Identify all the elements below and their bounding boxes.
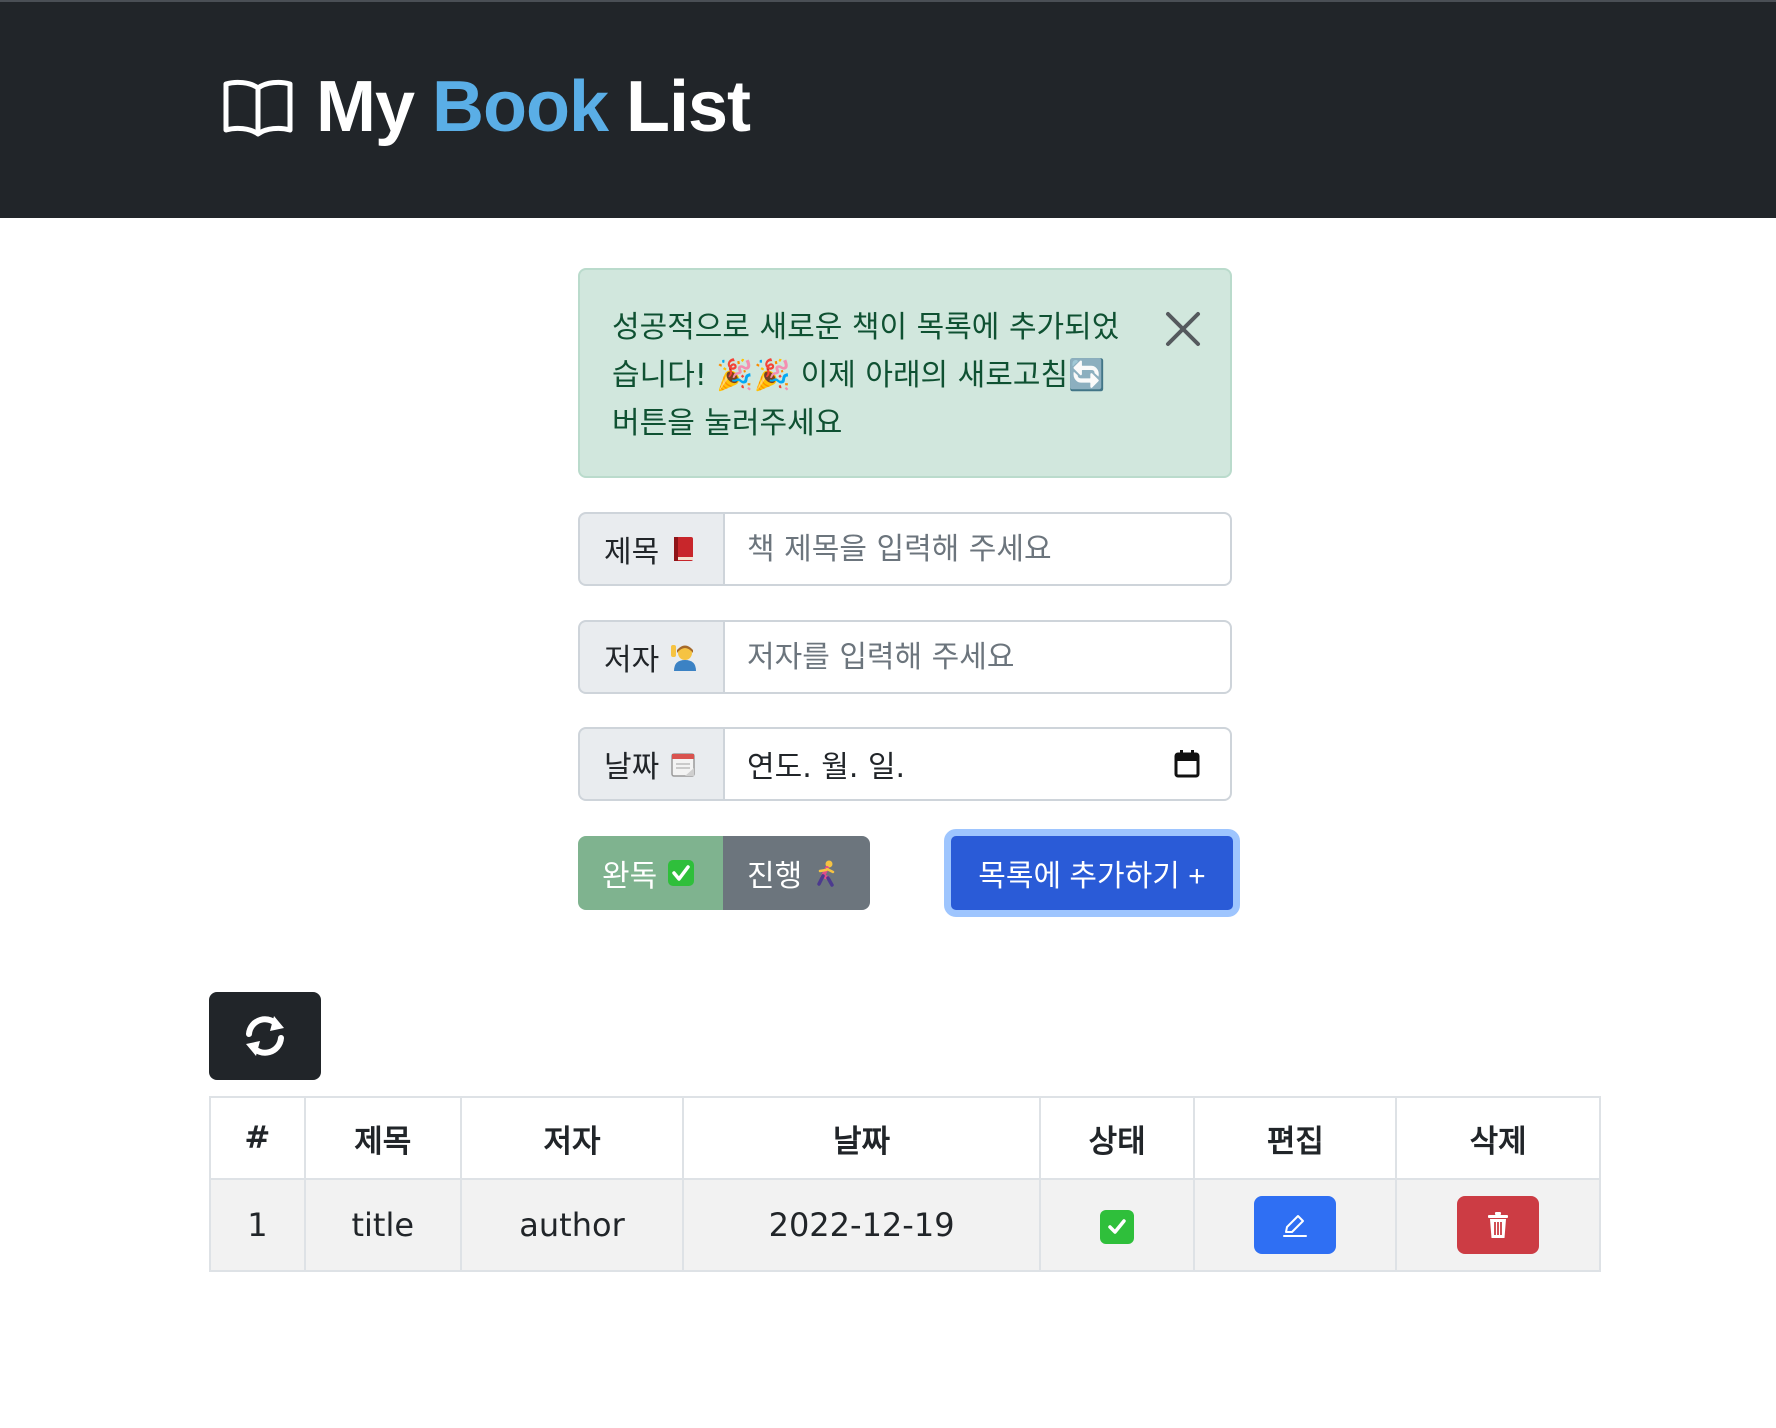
author-label-text: 저자 xyxy=(604,643,660,678)
check-icon xyxy=(1100,1210,1135,1244)
navbar: My Book List xyxy=(0,0,1776,218)
cell-number: 1 xyxy=(209,1178,306,1272)
pencil-icon xyxy=(1283,1215,1308,1237)
title-input[interactable] xyxy=(723,512,1232,586)
brand-suffix: List xyxy=(626,67,751,147)
status-done-button[interactable]: 완독 xyxy=(578,836,723,910)
header-title: 제목 xyxy=(303,1096,462,1180)
red-book-icon xyxy=(674,537,694,561)
date-input[interactable]: 연도. 월. 일. xyxy=(723,727,1232,801)
check-mark-icon xyxy=(668,860,695,886)
table-row: 1 title author 2022-12-19 xyxy=(209,1178,1601,1272)
table-header-row: # 제목 저자 날짜 상태 편집 삭제 xyxy=(209,1096,1601,1180)
header-date: 날짜 xyxy=(682,1096,1041,1180)
title-label: 제목 xyxy=(578,512,723,586)
header-edit: 편집 xyxy=(1193,1096,1398,1180)
cell-status xyxy=(1038,1178,1196,1272)
brand-prefix: My xyxy=(316,67,415,147)
person-raising-hand-icon xyxy=(671,645,697,671)
date-placeholder: 연도. 월. 일. xyxy=(747,750,906,785)
cell-author: author xyxy=(459,1178,685,1272)
close-icon[interactable] xyxy=(1160,306,1206,352)
status-progress-button[interactable]: 진행 xyxy=(723,836,870,910)
cell-date: 2022-12-19 xyxy=(682,1178,1041,1272)
author-label: 저자 xyxy=(578,620,723,694)
author-input-group: 저자 xyxy=(578,620,1232,694)
open-book-icon xyxy=(223,79,293,137)
date-label-text: 날짜 xyxy=(604,750,660,785)
header-author: 저자 xyxy=(459,1096,685,1180)
cell-delete xyxy=(1395,1178,1601,1272)
calendar-icon[interactable] xyxy=(1174,750,1200,778)
brand-accent: Book xyxy=(432,67,609,147)
status-progress-label: 진행 xyxy=(747,859,803,894)
edit-button[interactable] xyxy=(1254,1196,1337,1254)
status-done-label: 완독 xyxy=(602,859,658,894)
title-input-group: 제목 xyxy=(578,512,1232,586)
title-label-text: 제목 xyxy=(604,535,660,570)
delete-button[interactable] xyxy=(1457,1196,1540,1254)
add-to-list-button[interactable]: 목록에 추가하기 + xyxy=(944,829,1240,917)
book-table: # 제목 저자 날짜 상태 편집 삭제 1 title author 2022-… xyxy=(209,1096,1601,1272)
cell-title: title xyxy=(303,1178,462,1272)
date-input-group: 날짜 연도. 월. 일. xyxy=(578,727,1232,801)
alert-message: 성공적으로 새로운 책이 목록에 추가되었습니다! 🎉🎉 이제 아래의 새로고침… xyxy=(612,310,1120,441)
refresh-icon xyxy=(246,1016,284,1056)
spiral-calendar-icon xyxy=(671,753,695,777)
brand[interactable]: My Book List xyxy=(222,62,751,152)
status-button-group: 완독 진행 xyxy=(578,836,870,910)
header-status: 상태 xyxy=(1038,1096,1196,1180)
add-to-list-label: 목록에 추가하기 + xyxy=(978,860,1206,893)
header-number: # xyxy=(209,1096,306,1180)
refresh-button[interactable] xyxy=(209,992,321,1080)
trash-icon xyxy=(1488,1212,1509,1238)
author-input[interactable] xyxy=(723,620,1232,694)
date-label: 날짜 xyxy=(578,727,723,801)
header-delete: 삭제 xyxy=(1395,1096,1601,1180)
success-alert: 성공적으로 새로운 책이 목록에 추가되었습니다! 🎉🎉 이제 아래의 새로고침… xyxy=(578,268,1232,478)
cell-edit xyxy=(1193,1178,1398,1272)
running-person-icon xyxy=(817,860,835,887)
